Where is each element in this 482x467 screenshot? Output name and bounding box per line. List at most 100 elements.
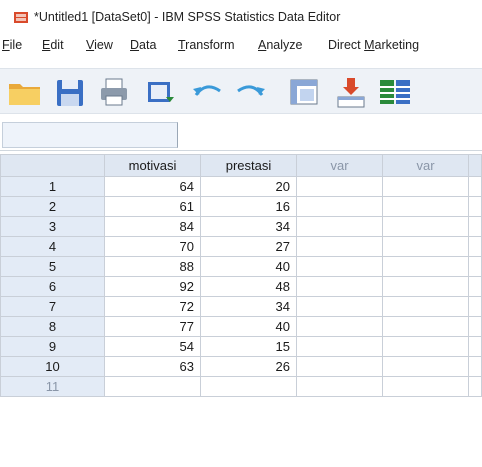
column-header[interactable]: motivasi [104, 154, 201, 177]
table-cell[interactable]: 48 [200, 276, 297, 297]
table-cell[interactable] [468, 236, 482, 257]
menu-data[interactable]: Data [130, 38, 156, 52]
table-cell[interactable] [296, 276, 383, 297]
table-cell[interactable] [296, 196, 383, 217]
table-cell[interactable] [382, 376, 469, 397]
menu-direct-marketing[interactable]: Direct Marketing [328, 38, 419, 52]
cell-editor-bar [0, 116, 482, 151]
column-header[interactable]: var [382, 154, 469, 177]
table-cell[interactable]: 70 [104, 236, 201, 257]
menu-edit[interactable]: Edit [42, 38, 64, 52]
table-cell[interactable] [296, 376, 383, 397]
dialog-recall-icon[interactable] [142, 75, 180, 109]
table-cell[interactable]: 92 [104, 276, 201, 297]
table-cell[interactable] [200, 376, 297, 397]
table-cell[interactable]: 72 [104, 296, 201, 317]
table-cell[interactable] [296, 316, 383, 337]
redo-icon[interactable] [232, 75, 270, 109]
table-row: 2 61 16 [0, 196, 482, 217]
row-number[interactable]: 9 [0, 336, 105, 357]
column-header[interactable]: prestasi [200, 154, 297, 177]
table-cell[interactable]: 34 [200, 216, 297, 237]
table-cell[interactable] [382, 296, 469, 317]
table-cell[interactable] [468, 336, 482, 357]
table-cell[interactable] [382, 276, 469, 297]
table-cell[interactable] [296, 296, 383, 317]
table-cell[interactable] [468, 356, 482, 377]
row-number[interactable]: 5 [0, 256, 105, 277]
table-cell[interactable]: 40 [200, 256, 297, 277]
table-cell[interactable]: 16 [200, 196, 297, 217]
table-cell[interactable] [468, 196, 482, 217]
table-cell[interactable]: 84 [104, 216, 201, 237]
table-cell[interactable]: 15 [200, 336, 297, 357]
cell-name-box[interactable] [2, 122, 178, 148]
table-cell[interactable]: 54 [104, 336, 201, 357]
table-cell[interactable] [296, 236, 383, 257]
table-cell[interactable] [104, 376, 201, 397]
table-cell[interactable] [382, 176, 469, 197]
table-cell[interactable] [382, 196, 469, 217]
menu-view[interactable]: View [86, 38, 113, 52]
table-cell[interactable] [382, 336, 469, 357]
table-row: 1 64 20 [0, 176, 482, 197]
table-cell[interactable] [296, 336, 383, 357]
row-number[interactable]: 10 [0, 356, 105, 377]
table-row: 4 70 27 [0, 236, 482, 257]
table-cell[interactable] [468, 376, 482, 397]
table-cell[interactable]: 27 [200, 236, 297, 257]
variables-icon[interactable] [376, 75, 414, 109]
table-cell[interactable] [296, 256, 383, 277]
table-cell[interactable] [382, 256, 469, 277]
table-cell[interactable]: 20 [200, 176, 297, 197]
goto-variable-icon[interactable] [332, 75, 370, 109]
table-cell[interactable]: 61 [104, 196, 201, 217]
row-number[interactable]: 6 [0, 276, 105, 297]
table-cell[interactable] [468, 216, 482, 237]
table-cell[interactable] [382, 356, 469, 377]
table-cell[interactable] [382, 236, 469, 257]
row-number[interactable]: 11 [0, 376, 105, 397]
row-number[interactable]: 3 [0, 216, 105, 237]
open-folder-icon[interactable] [6, 75, 44, 109]
data-grid: motivasi prestasi var var 1 64 20 2 61 1… [0, 154, 482, 397]
cell-value-field[interactable] [180, 122, 480, 146]
table-cell[interactable] [468, 176, 482, 197]
column-header[interactable] [468, 154, 482, 177]
table-cell[interactable] [468, 296, 482, 317]
column-header[interactable]: var [296, 154, 383, 177]
table-row: 11 [0, 376, 482, 397]
menu-analyze[interactable]: Analyze [258, 38, 302, 52]
print-icon[interactable] [96, 75, 134, 109]
goto-case-icon[interactable] [286, 75, 324, 109]
table-cell[interactable] [382, 316, 469, 337]
row-number[interactable]: 1 [0, 176, 105, 197]
menu-file[interactable]: File [2, 38, 22, 52]
row-number[interactable]: 8 [0, 316, 105, 337]
table-row: 9 54 15 [0, 336, 482, 357]
row-number[interactable]: 4 [0, 236, 105, 257]
save-icon[interactable] [52, 75, 90, 109]
table-cell[interactable]: 34 [200, 296, 297, 317]
table-cell[interactable] [468, 256, 482, 277]
window-title: *Untitled1 [DataSet0] - IBM SPSS Statist… [34, 10, 341, 24]
table-cell[interactable] [468, 316, 482, 337]
table-row: 8 77 40 [0, 316, 482, 337]
table-cell[interactable] [468, 276, 482, 297]
table-cell[interactable] [296, 356, 383, 377]
menu-transform[interactable]: Transform [178, 38, 235, 52]
grid-corner[interactable] [0, 154, 105, 177]
undo-icon[interactable] [188, 75, 226, 109]
table-cell[interactable] [382, 216, 469, 237]
table-cell[interactable]: 77 [104, 316, 201, 337]
table-row: 3 84 34 [0, 216, 482, 237]
table-cell[interactable]: 40 [200, 316, 297, 337]
table-cell[interactable]: 64 [104, 176, 201, 197]
table-cell[interactable] [296, 216, 383, 237]
table-cell[interactable]: 26 [200, 356, 297, 377]
row-number[interactable]: 7 [0, 296, 105, 317]
table-cell[interactable]: 88 [104, 256, 201, 277]
row-number[interactable]: 2 [0, 196, 105, 217]
table-cell[interactable] [296, 176, 383, 197]
table-cell[interactable]: 63 [104, 356, 201, 377]
